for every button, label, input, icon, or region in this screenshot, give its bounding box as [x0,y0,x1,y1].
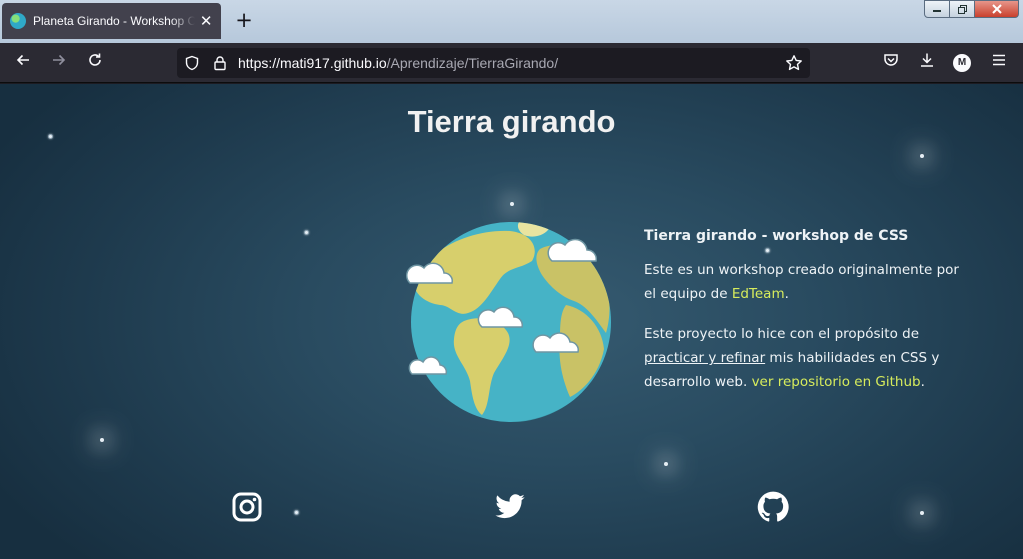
arrow-right-icon [53,54,66,66]
info-paragraph-purpose: Este proyecto lo hice con el propósito d… [644,322,964,394]
earth-illustration [406,222,611,422]
restore-button[interactable] [949,0,975,18]
url-path: /Aprendizaje/TierraGirando/ [386,55,559,71]
arrow-left-icon [16,54,29,66]
edteam-link[interactable]: EdTeam [732,286,785,302]
back-button[interactable] [11,51,35,75]
star-decoration [664,462,668,466]
download-icon [921,53,933,67]
account-avatar[interactable]: M [953,54,971,72]
page-title: Tierra girando [407,104,616,139]
reload-icon [89,53,101,66]
lock-icon[interactable] [212,55,228,71]
pocket-button[interactable] [879,51,903,75]
star-decoration [510,202,514,206]
info-text: Este proyecto lo hice con el propósito d… [644,326,920,342]
star-decoration [920,511,924,515]
shield-icon[interactable] [184,55,200,71]
info-text: . [784,286,789,302]
info-text: . [920,374,925,390]
info-heading: Tierra girando - workshop de CSS [644,228,909,244]
minimize-button[interactable] [924,0,950,18]
github-repo-link[interactable]: ver repositorio en Github [752,374,921,390]
reload-button[interactable] [83,51,107,75]
active-tab[interactable]: Planeta Girando - Workshop CSS ✕ [2,3,221,39]
star-decoration [294,510,299,515]
info-text: Este es un workshop creado originalmente… [644,262,959,302]
pocket-icon [884,54,898,66]
page-viewport: Tierra girando Tierra girando - workshop… [0,84,1023,559]
star-decoration [920,154,924,158]
hamburger-menu-icon [993,54,1005,66]
twitter-icon [495,494,525,519]
url-text[interactable]: https://mati917.github.io/Aprendizaje/Ti… [238,55,558,71]
restore-icon [958,5,967,14]
navigation-toolbar: https://mati917.github.io/Aprendizaje/Ti… [0,43,1023,83]
url-host: https://mati917.github.io [238,55,387,71]
tab-strip: Planeta Girando - Workshop CSS ✕ + [0,0,1023,43]
bookmark-star-icon[interactable] [785,54,803,72]
instagram-icon [232,492,262,522]
info-emphasis: practicar y refinar [644,350,766,366]
project-info: Tierra girando - workshop de CSS Este es… [644,224,964,410]
twitter-link[interactable] [494,491,526,523]
tab-title: Planeta Girando - Workshop CSS [33,14,196,28]
instagram-link[interactable] [231,491,263,523]
window-controls [924,0,1019,18]
star-decoration [304,230,309,235]
earth-favicon-icon [10,13,26,29]
github-icon [757,491,789,522]
address-bar[interactable]: https://mati917.github.io/Aprendizaje/Ti… [177,48,810,78]
downloads-button[interactable] [915,51,939,75]
menu-button[interactable] [987,51,1011,75]
new-tab-button[interactable]: + [232,9,256,33]
github-link[interactable] [757,491,789,523]
forward-button[interactable] [47,51,71,75]
minimize-icon [933,10,941,12]
close-tab-icon[interactable]: ✕ [199,12,213,30]
star-decoration [100,438,104,442]
close-window-icon [991,4,1002,14]
info-paragraph-origin: Este es un workshop creado originalmente… [644,258,964,306]
close-window-button[interactable] [974,0,1019,18]
